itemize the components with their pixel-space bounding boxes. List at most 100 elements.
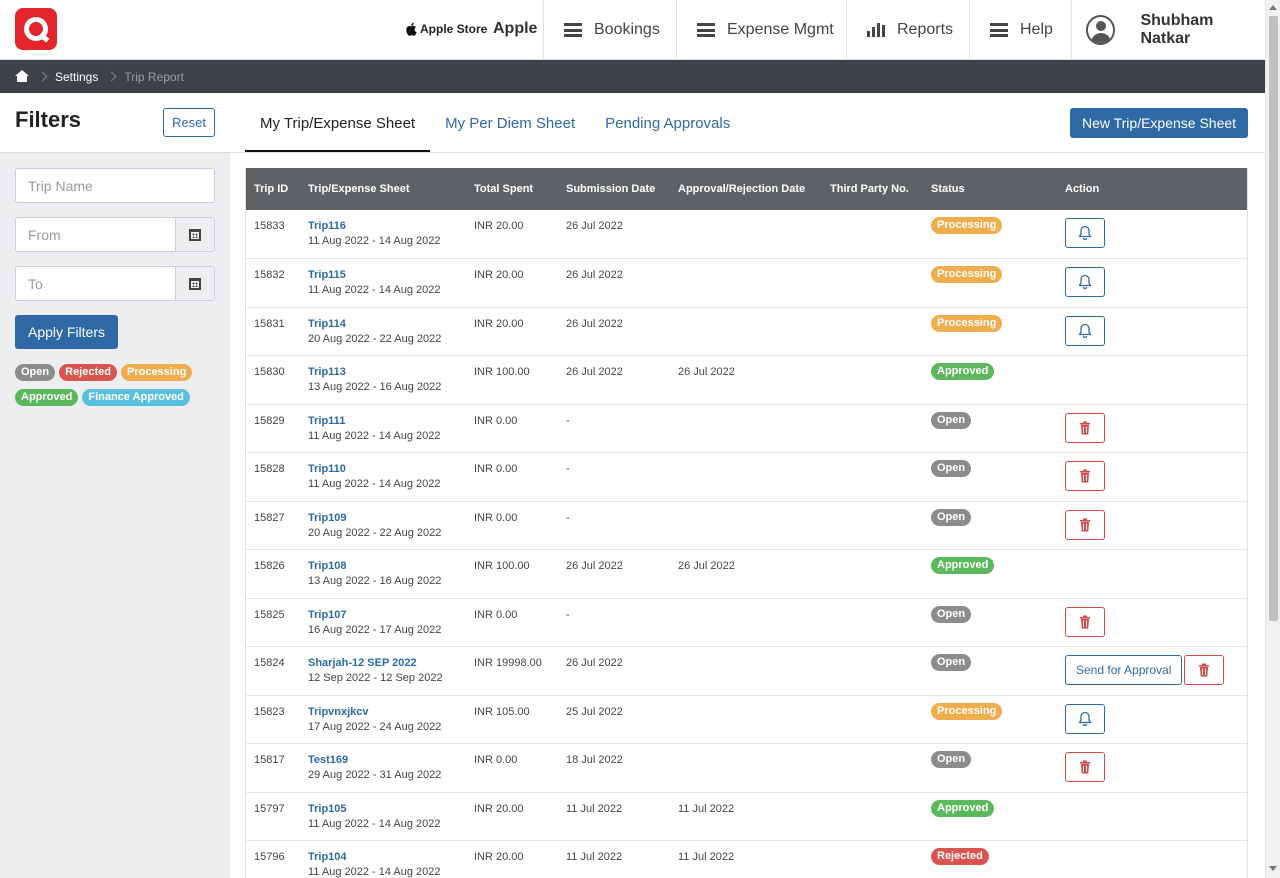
trip-dates: 12 Sep 2022 - 12 Sep 2022 (308, 672, 443, 684)
trip-name-link[interactable]: Trip114 (308, 318, 466, 330)
trip-dates: 11 Aug 2022 - 14 Aug 2022 (308, 235, 441, 247)
trip-dates: 11 Aug 2022 - 14 Aug 2022 (308, 478, 441, 490)
trip-name-link[interactable]: Trip104 (308, 851, 466, 863)
nav-reports[interactable]: Reports (846, 0, 969, 60)
approval-date: 11 Jul 2022 (678, 851, 735, 863)
from-date-input[interactable]: From (15, 217, 215, 252)
delete-button[interactable] (1184, 655, 1225, 685)
tab-divider (230, 152, 1265, 153)
delete-button[interactable] (1065, 606, 1105, 637)
delete-button[interactable] (1065, 752, 1105, 782)
user-menu[interactable]: Shubham Natkar (1071, 0, 1265, 60)
action-cell (1057, 841, 1247, 878)
trip-id: 15824 (254, 657, 285, 669)
table-row: 15833 Trip116 11 Aug 2022 - 14 Aug 2022 INR… (246, 210, 1247, 259)
approval-date (670, 404, 822, 453)
trip-id: 15823 (254, 705, 285, 718)
approval-date (670, 453, 822, 502)
status-cell: Processing (923, 259, 1057, 308)
trip-name-link[interactable]: Trip111 (308, 415, 466, 427)
tab-1[interactable]: My Per Diem Sheet (430, 93, 590, 153)
trip-name-link[interactable]: Trip110 (308, 463, 466, 475)
trip-cell: Trip113 13 Aug 2022 - 16 Aug 2022 (300, 356, 466, 405)
trip-name-link[interactable]: Trip115 (308, 269, 466, 281)
submission-date: 18 Jul 2022 (566, 754, 623, 766)
legend-open: Open (15, 364, 56, 381)
trip-name-link[interactable]: Trip113 (308, 366, 466, 378)
action-cell: Send for Approval (1057, 647, 1247, 696)
submission-date: - (566, 414, 570, 427)
trip-id: 15827 (254, 511, 285, 524)
action-cell (1057, 453, 1247, 502)
total-spent: INR 20.00 (474, 220, 524, 232)
trip-name-link[interactable]: Tripvnxjkcv (308, 706, 466, 718)
column-header: Approval/Rejection Date (678, 183, 806, 195)
trip-name-link[interactable]: Trip105 (308, 803, 466, 815)
status-badge: Processing (931, 314, 1003, 332)
notify-button[interactable] (1065, 703, 1105, 734)
trash-icon (1077, 517, 1093, 533)
third-party-no (822, 259, 923, 308)
trip-id: 15831 (254, 317, 285, 330)
scrollbar-thumb[interactable] (1269, 16, 1278, 621)
table-row: 15830 Trip113 13 Aug 2022 - 16 Aug 2022 INR… (246, 356, 1247, 405)
submission-date: 26 Jul 2022 (566, 366, 623, 378)
action-cell (1057, 598, 1247, 647)
apply-filters-button[interactable]: Apply Filters (15, 315, 118, 349)
bell-icon (1077, 323, 1093, 339)
trip-cell: Trip116 11 Aug 2022 - 14 Aug 2022 (300, 210, 466, 259)
delete-button[interactable] (1065, 412, 1105, 443)
new-trip-button[interactable]: New Trip/Expense Sheet (1070, 108, 1248, 138)
home-icon[interactable] (15, 70, 29, 83)
nav-expense-mgmt[interactable]: Expense Mgmt (676, 0, 846, 60)
trip-dates: 17 Aug 2022 - 24 Aug 2022 (308, 720, 442, 733)
trips-table: Trip ID Trip/Expense Sheet Total Spent Subm… (246, 168, 1247, 878)
notify-button[interactable] (1065, 315, 1105, 346)
page-scrollbar[interactable] (1265, 0, 1280, 878)
total-spent: INR 105.00 (474, 705, 530, 718)
trip-name-link[interactable]: Sharjah-12 SEP 2022 (308, 657, 466, 669)
to-date-input[interactable]: To (15, 266, 215, 301)
action-cell (1057, 744, 1247, 793)
trip-id: 15796 (254, 851, 285, 863)
scroll-up-icon[interactable] (1269, 5, 1277, 10)
trip-name-link[interactable]: Trip116 (308, 220, 466, 232)
avatar-icon (1086, 15, 1116, 45)
notify-button[interactable] (1065, 267, 1105, 297)
delete-button[interactable] (1065, 509, 1105, 540)
top-navbar: Apple Store Apple Bookings Expense Mgmt … (0, 0, 1265, 60)
trip-cell: Trip111 11 Aug 2022 - 14 Aug 2022 (300, 404, 466, 453)
trip-name-input[interactable]: Trip Name (15, 168, 215, 203)
notify-button[interactable] (1065, 218, 1105, 248)
trash-icon (1077, 468, 1093, 484)
breadcrumb-settings[interactable]: Settings (55, 70, 98, 84)
trip-name-link[interactable]: Test169 (308, 754, 466, 766)
nav-bookings[interactable]: Bookings (543, 0, 676, 60)
trip-cell: Trip107 16 Aug 2022 - 17 Aug 2022 (300, 598, 466, 647)
breadcrumb-current: Trip Report (124, 69, 184, 84)
tab-0[interactable]: My Trip/Expense Sheet (245, 93, 431, 153)
from-calendar-button[interactable] (175, 218, 214, 251)
trip-name-link[interactable]: Trip107 (308, 609, 466, 621)
tab-2[interactable]: Pending Approvals (590, 93, 745, 153)
reset-button[interactable]: Reset (163, 108, 215, 137)
third-party-no (822, 453, 923, 502)
delete-button[interactable] (1065, 461, 1105, 491)
submission-date: - (566, 511, 570, 524)
scroll-down-icon[interactable] (1269, 866, 1277, 871)
legend-processing: Processing (120, 364, 193, 381)
third-party-no (822, 792, 923, 841)
third-party-no (822, 501, 923, 550)
column-header: Trip ID (254, 183, 289, 195)
nav-help[interactable]: Help (969, 0, 1071, 60)
total-spent: INR 20.00 (474, 317, 524, 330)
trip-name-link[interactable]: Trip108 (308, 560, 466, 572)
to-calendar-button[interactable] (175, 267, 214, 300)
app-logo[interactable] (15, 8, 57, 50)
send-for-approval-button[interactable]: Send for Approval (1065, 655, 1183, 685)
trip-dates: 29 Aug 2022 - 31 Aug 2022 (308, 769, 442, 781)
total-spent: INR 0.00 (474, 463, 518, 475)
trip-name-link[interactable]: Trip109 (308, 512, 466, 524)
status-badge: Approved (931, 557, 995, 574)
trip-dates: 11 Aug 2022 - 14 Aug 2022 (308, 817, 441, 830)
